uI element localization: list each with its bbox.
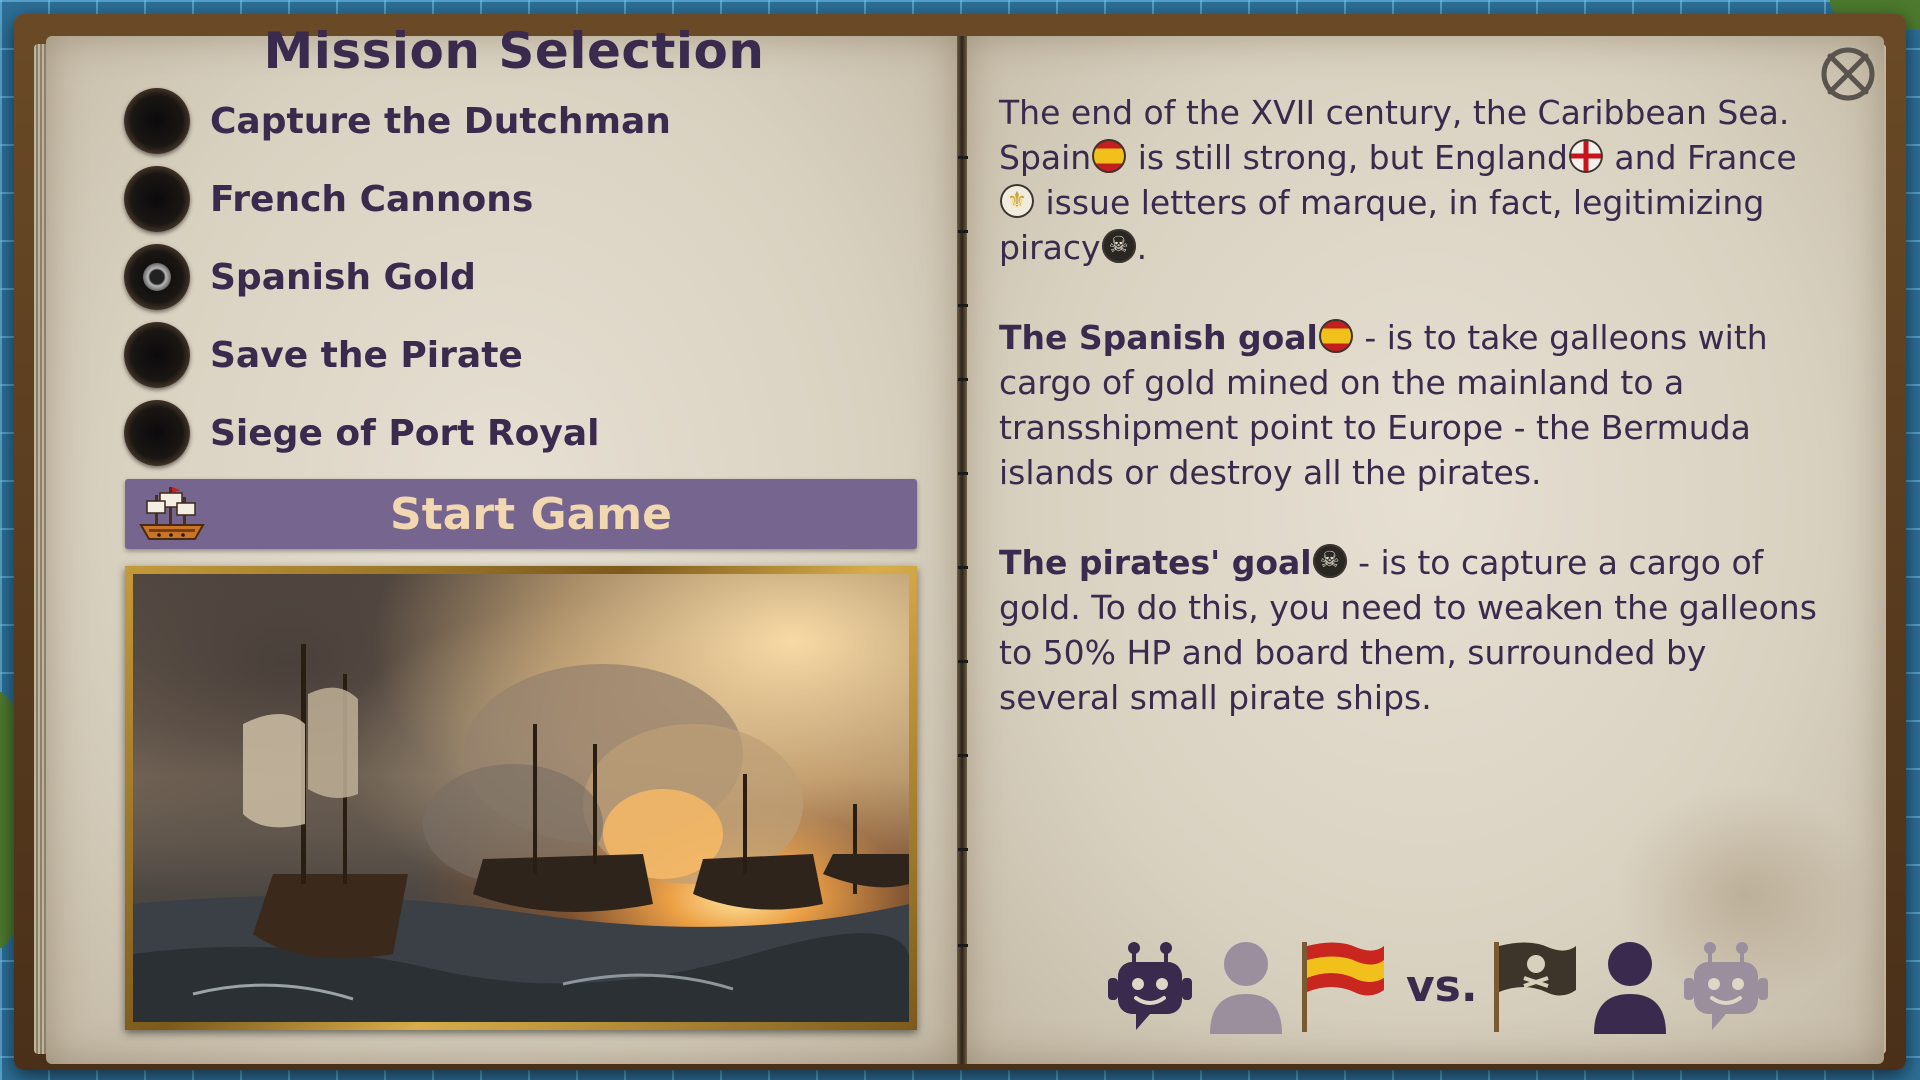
mission-label: Save the Pirate — [210, 334, 523, 376]
france-flag-icon — [1000, 184, 1034, 218]
ai-player-icon[interactable] — [1682, 938, 1770, 1034]
painting-art — [133, 644, 909, 1022]
spanish-goal-paragraph: The Spanish goal - is to take galleons w… — [999, 315, 1829, 495]
radio-button[interactable] — [124, 322, 190, 388]
intro-text: and France — [1603, 138, 1797, 177]
pirates-goal-paragraph: The pirates' goal - is to capture a carg… — [999, 540, 1829, 720]
start-game-label: Start Game — [390, 488, 672, 540]
mission-list: Capture the Dutchman French Cannons Span… — [124, 82, 671, 472]
mission-label: Siege of Port Royal — [210, 412, 600, 454]
radio-button[interactable] — [124, 88, 190, 154]
versus-label: vs. — [1406, 960, 1478, 1012]
versus-row: vs. — [1106, 938, 1778, 1034]
painting-frame — [125, 566, 917, 1030]
pirate-skull-icon — [1101, 229, 1136, 263]
spain-flag-icon — [1318, 319, 1353, 353]
mission-option-spanish-gold[interactable]: Spanish Gold — [124, 238, 671, 316]
human-player-icon[interactable] — [1586, 938, 1674, 1034]
spine-stitch — [958, 566, 968, 569]
ai-player-icon[interactable] — [1106, 938, 1194, 1034]
ship-icon — [139, 487, 205, 540]
intro-text: is still strong, but England — [1127, 138, 1568, 177]
mission-option-save-the-pirate[interactable]: Save the Pirate — [124, 316, 671, 394]
spine-stitch — [958, 944, 968, 947]
spanish-flag-icon[interactable] — [1298, 938, 1386, 1034]
spine-stitch — [958, 848, 968, 851]
spanish-goal-heading: The Spanish goal — [999, 318, 1318, 357]
mission-option-capture-the-dutchman[interactable]: Capture the Dutchman — [124, 82, 671, 160]
spain-flag-icon — [1092, 139, 1127, 173]
spine-stitch — [958, 472, 968, 475]
intro-paragraph: The end of the XVII century, the Caribbe… — [999, 90, 1829, 270]
mission-description: The end of the XVII century, the Caribbe… — [999, 90, 1829, 765]
spine-stitch — [958, 230, 968, 233]
radio-button[interactable] — [124, 400, 190, 466]
book-spine — [957, 36, 967, 1064]
mission-label: French Cannons — [210, 178, 534, 220]
spine-stitch — [958, 304, 968, 307]
spine-stitch — [958, 660, 968, 663]
mission-option-french-cannons[interactable]: French Cannons — [124, 160, 671, 238]
start-game-button[interactable]: Start Game — [125, 479, 917, 549]
radio-button[interactable] — [124, 166, 190, 232]
pirates-goal-heading: The pirates' goal — [999, 543, 1312, 582]
page-title: Mission Selection — [263, 22, 765, 80]
spine-stitch — [958, 754, 968, 757]
mission-option-siege-of-port-royal[interactable]: Siege of Port Royal — [124, 394, 671, 472]
pirate-flag-icon[interactable] — [1490, 938, 1578, 1034]
pirate-skull-icon — [1312, 544, 1347, 578]
human-player-icon[interactable] — [1202, 938, 1290, 1034]
spine-stitch — [958, 156, 968, 159]
england-flag-icon — [1568, 139, 1603, 173]
intro-text: . — [1136, 228, 1148, 267]
mission-label: Spanish Gold — [210, 256, 476, 298]
radio-button-selected[interactable] — [124, 244, 190, 310]
naval-battle-painting — [133, 574, 909, 1022]
mission-label: Capture the Dutchman — [210, 100, 671, 142]
spine-stitch — [958, 378, 968, 381]
